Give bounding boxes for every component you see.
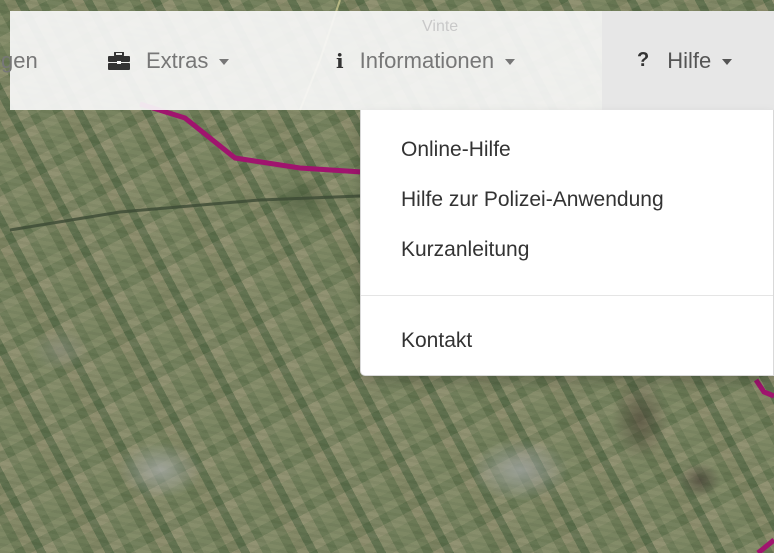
menu-item-kontakt[interactable]: Kontakt xyxy=(401,329,472,353)
caret-down-icon xyxy=(219,58,230,65)
caret-down-icon xyxy=(505,58,516,65)
route-line-right xyxy=(753,378,774,399)
nav-item-label: gen xyxy=(1,47,38,73)
hilfe-dropdown-menu: Online-Hilfe Hilfe zur Polizei-Anwendung… xyxy=(360,110,774,376)
railway-line xyxy=(9,194,361,232)
menu-item-polizei-hilfe[interactable]: Hilfe zur Polizei-Anwendung xyxy=(401,188,664,212)
nav-item-hilfe[interactable]: ? Hilfe xyxy=(602,11,774,110)
menu-item-online-hilfe[interactable]: Online-Hilfe xyxy=(401,138,511,162)
briefcase-icon xyxy=(108,51,130,70)
route-line xyxy=(139,101,363,175)
nav-item-label: Hilfe xyxy=(667,47,712,73)
map-place-label: Vinte xyxy=(422,18,459,35)
menu-divider xyxy=(361,295,773,296)
info-icon: i xyxy=(336,48,344,73)
nav-item-label: Informationen xyxy=(359,47,495,73)
caret-down-icon xyxy=(722,58,733,65)
nav-item-extras[interactable]: Extras xyxy=(108,11,230,110)
question-icon: ? xyxy=(637,49,650,71)
nav-item-partial[interactable]: gen xyxy=(1,11,38,110)
nav-item-label: Extras xyxy=(146,47,209,73)
top-navbar: gen Extras i Informationen ? Hilfe xyxy=(1,11,774,110)
menu-item-kurzanleitung[interactable]: Kurzanleitung xyxy=(401,238,529,262)
route-line-bottom xyxy=(756,538,774,553)
